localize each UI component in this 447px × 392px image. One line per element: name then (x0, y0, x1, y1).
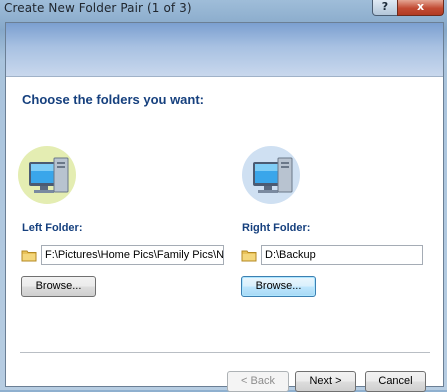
left-browse-button[interactable]: Browse... (21, 276, 96, 297)
dialog-client-area: Choose the folders you want: Left Folder… (5, 22, 444, 392)
close-button[interactable]: x (397, 0, 444, 16)
right-path-row: D:\Backup (241, 245, 426, 267)
wizard-banner (6, 23, 443, 77)
help-button[interactable]: ? (372, 0, 398, 16)
left-folder-label: Left Folder: (22, 222, 83, 234)
right-folder-label: Right Folder: (242, 222, 311, 234)
cancel-button[interactable]: Cancel (365, 371, 426, 392)
window-title: Create New Folder Pair (1 of 3) (4, 1, 192, 15)
right-folder-path-input[interactable]: D:\Backup (261, 245, 423, 265)
wizard-content: Choose the folders you want: Left Folder… (6, 77, 443, 392)
left-path-row: F:\Pictures\Home Pics\Family Pics\Nal (21, 245, 226, 267)
dialog-window: Create New Folder Pair (1 of 3) ? x Choo… (0, 0, 447, 392)
title-bar[interactable]: Create New Folder Pair (1 of 3) ? x (0, 0, 447, 20)
back-button[interactable]: < Back (227, 371, 289, 392)
folder-icon (241, 250, 257, 262)
next-button[interactable]: Next > (295, 371, 356, 392)
right-browse-button[interactable]: Browse... (241, 276, 316, 297)
footer-separator (20, 352, 430, 353)
page-heading: Choose the folders you want: (22, 92, 205, 107)
left-folder-path-input[interactable]: F:\Pictures\Home Pics\Family Pics\Nal (41, 245, 224, 265)
left-computer-icon (16, 144, 76, 204)
folder-icon (21, 250, 37, 262)
right-computer-icon (240, 144, 300, 204)
